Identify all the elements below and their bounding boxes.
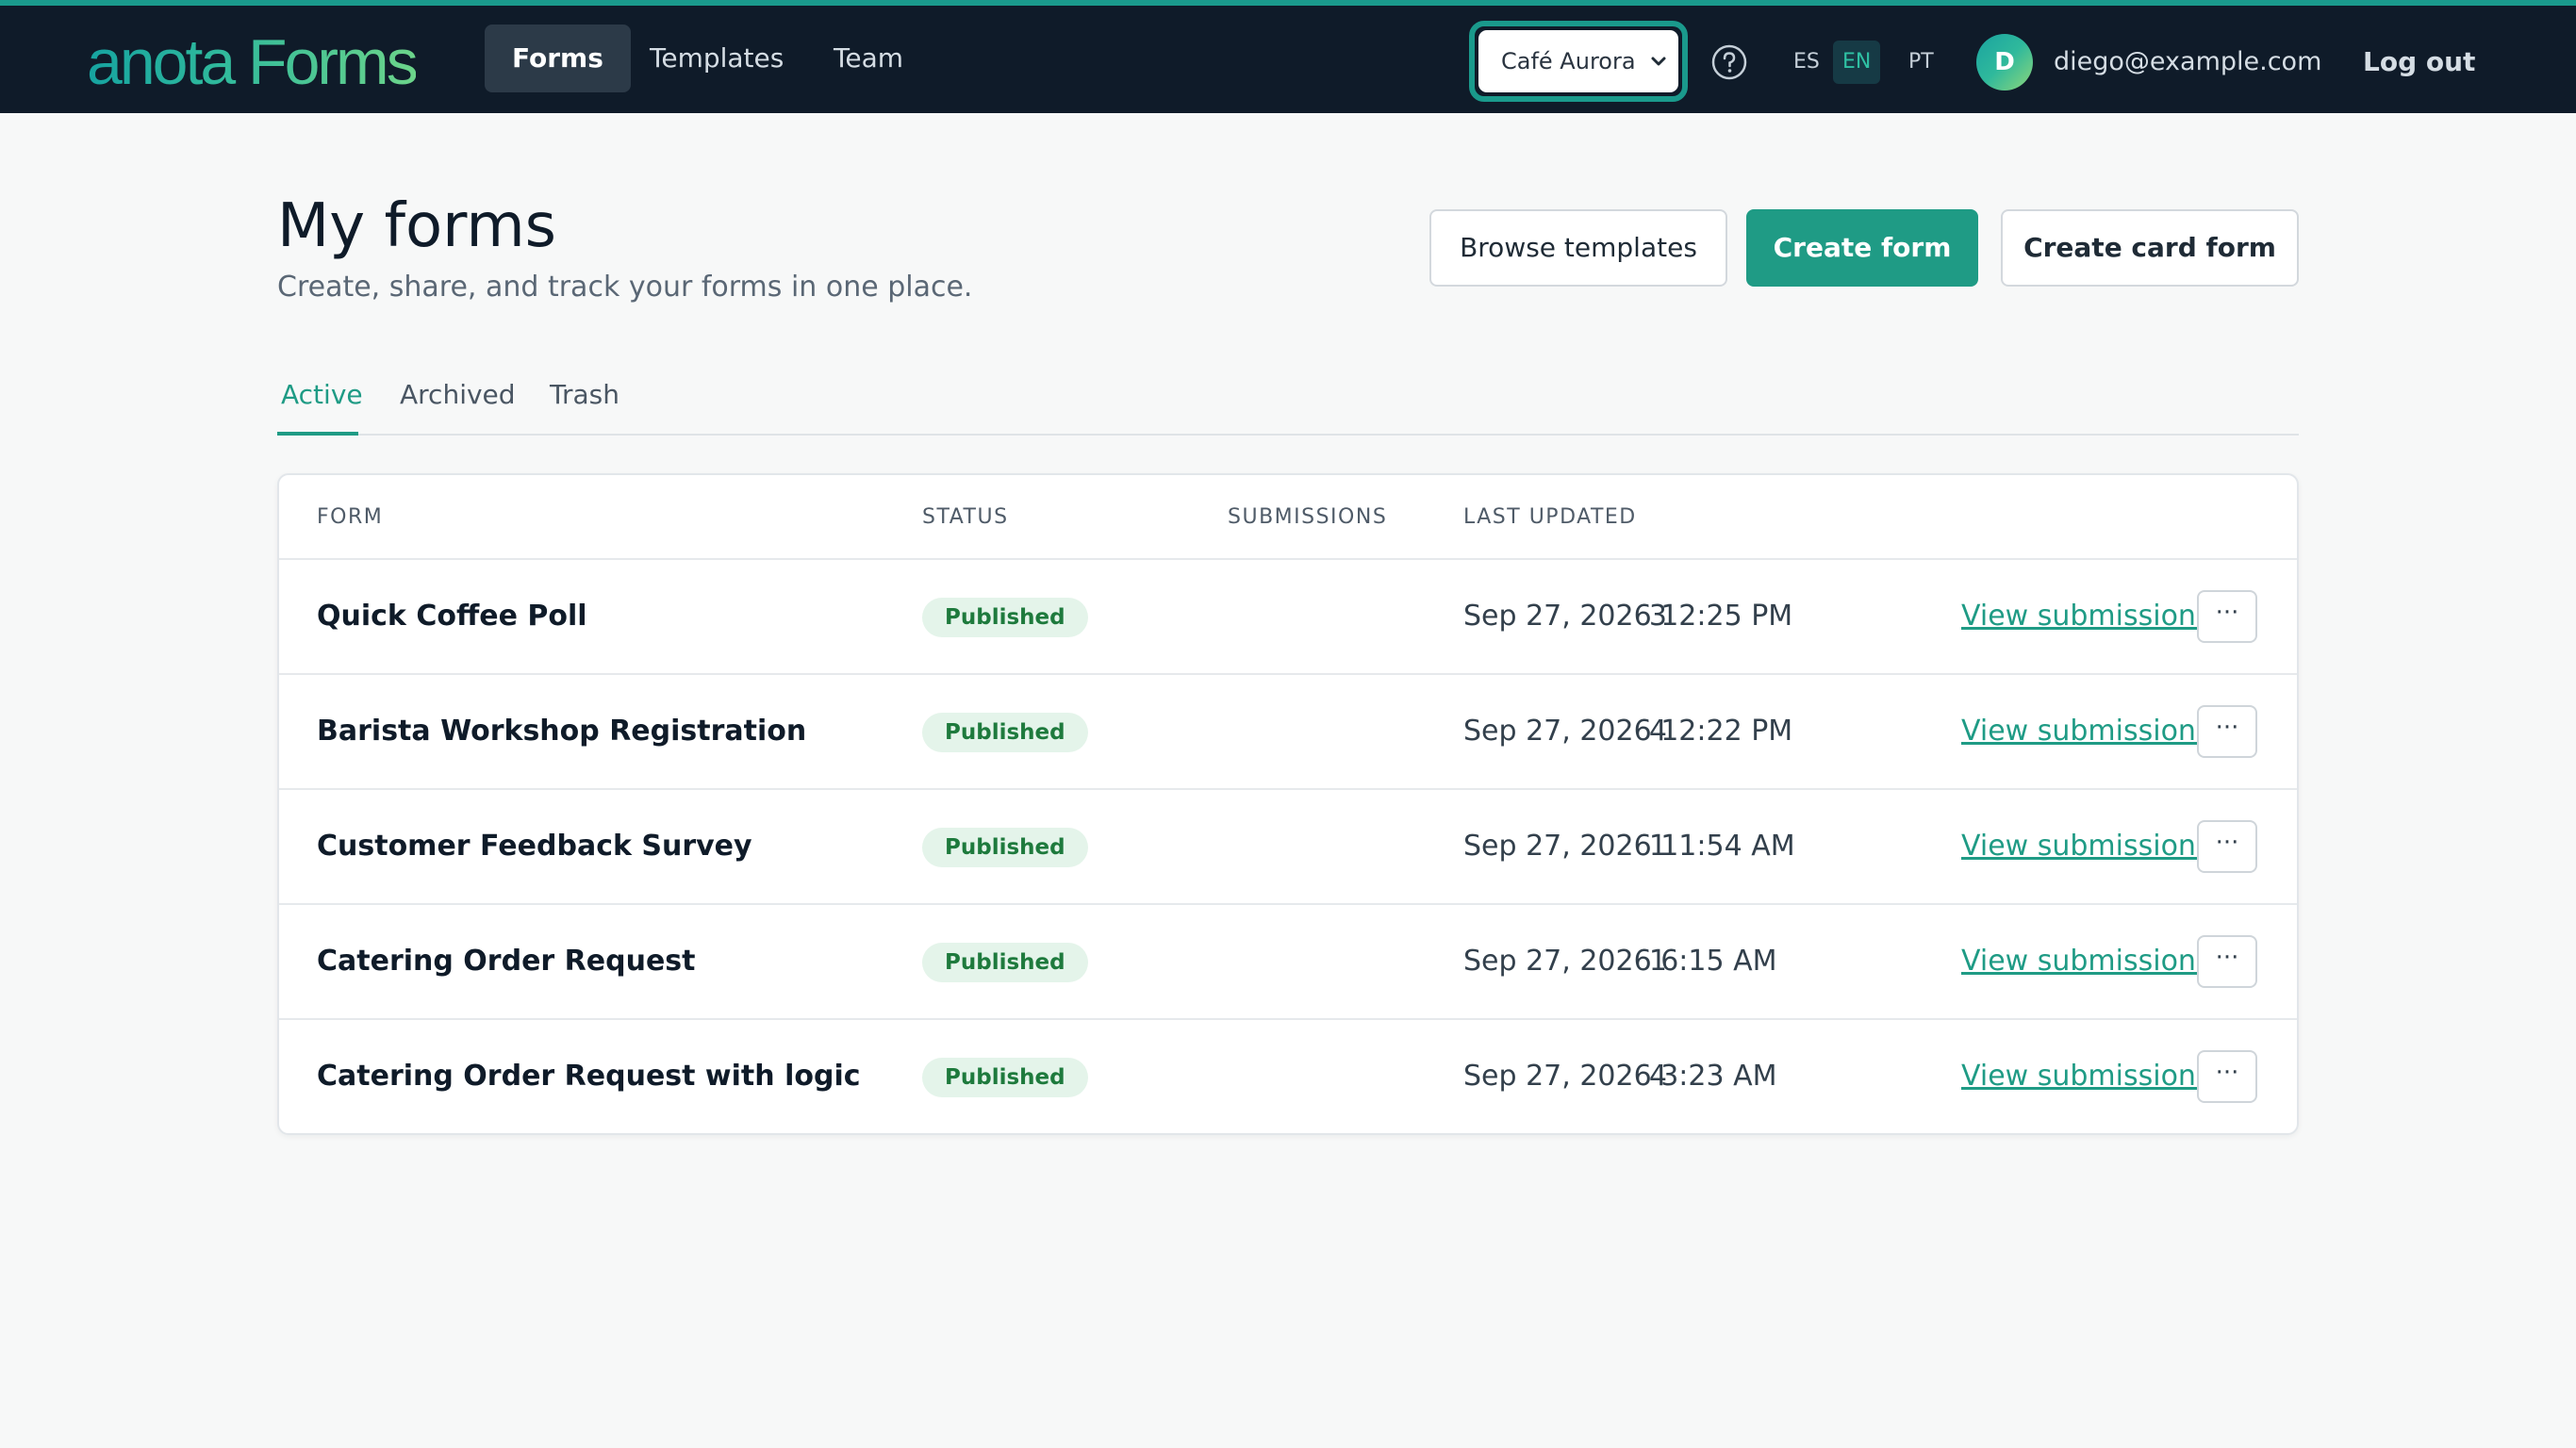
form-name[interactable]: Customer Feedback Survey xyxy=(317,826,752,867)
last-updated: Sep 27, 2026 3:23 AM xyxy=(1463,1060,1777,1093)
organization-select[interactable]: Café Aurora xyxy=(1478,30,1678,92)
status-badge: Published xyxy=(922,828,1088,867)
table-row: Quick Coffee Poll Published 3 Sep 27, 20… xyxy=(279,558,2297,673)
column-header-submissions: SUBMISSIONS xyxy=(1228,505,1388,529)
table-row: Customer Feedback Survey Published 1 Sep… xyxy=(279,788,2297,903)
page-subtitle: Create, share, and track your forms in o… xyxy=(277,271,973,304)
tab-trash[interactable]: Trash xyxy=(550,373,619,417)
organization-select-focus-ring: Café Aurora xyxy=(1469,21,1688,102)
last-updated: Sep 27, 2026 11:54 AM xyxy=(1463,830,1795,863)
user-avatar[interactable]: D xyxy=(1976,34,2033,90)
last-updated: Sep 27, 2026 6:15 AM xyxy=(1463,945,1777,978)
column-header-form: FORM xyxy=(317,505,384,529)
more-options-button[interactable]: ··· xyxy=(2197,935,2257,988)
language-pt[interactable]: PT xyxy=(1899,41,1943,84)
view-submissions-link[interactable]: View submissions xyxy=(1961,711,2211,752)
table-row: Barista Workshop Registration Published … xyxy=(279,673,2297,788)
more-options-button[interactable]: ··· xyxy=(2197,590,2257,643)
status-badge: Published xyxy=(922,943,1088,982)
last-updated: Sep 27, 2026 12:25 PM xyxy=(1463,600,1793,633)
view-submissions-link[interactable]: View submissions xyxy=(1961,941,2211,982)
form-name[interactable]: Quick Coffee Poll xyxy=(317,596,587,637)
chevron-down-icon xyxy=(1651,57,1666,66)
status-badge: Published xyxy=(922,598,1088,637)
tab-active[interactable]: Active xyxy=(281,373,363,417)
create-card-form-button[interactable]: Create card form xyxy=(2001,209,2299,287)
tabs-divider xyxy=(277,434,2299,436)
language-en[interactable]: EN xyxy=(1833,41,1881,84)
nav-forms[interactable]: Forms xyxy=(485,25,631,92)
app-logo[interactable]: anota Forms xyxy=(87,25,419,100)
status-badge: Published xyxy=(922,713,1088,752)
create-form-button[interactable]: Create form xyxy=(1746,209,1978,287)
page-title: My forms xyxy=(277,191,556,261)
top-navigation-bar: anota Forms Forms Templates Team Café Au… xyxy=(0,0,2576,113)
more-options-button[interactable]: ··· xyxy=(2197,705,2257,758)
language-es[interactable]: ES xyxy=(1784,41,1829,84)
nav-templates[interactable]: Templates xyxy=(622,25,811,92)
view-submissions-link[interactable]: View submissions xyxy=(1961,596,2211,637)
column-header-last-updated: LAST UPDATED xyxy=(1463,505,1637,529)
nav-team[interactable]: Team xyxy=(806,25,931,92)
status-badge: Published xyxy=(922,1058,1088,1097)
help-icon[interactable] xyxy=(1710,43,1748,81)
form-name[interactable]: Catering Order Request with logic xyxy=(317,1056,861,1097)
more-options-button[interactable]: ··· xyxy=(2197,1050,2257,1103)
table-row: Catering Order Request Published 1 Sep 2… xyxy=(279,903,2297,1018)
tab-archived[interactable]: Archived xyxy=(400,373,516,417)
form-name[interactable]: Barista Workshop Registration xyxy=(317,711,806,752)
organization-select-value: Café Aurora xyxy=(1501,48,1636,74)
form-name[interactable]: Catering Order Request xyxy=(317,941,695,982)
view-submissions-link[interactable]: View submissions xyxy=(1961,1056,2211,1097)
user-email: diego@example.com xyxy=(2054,47,2322,76)
active-tab-indicator xyxy=(277,432,358,436)
table-row: Catering Order Request with logic Publis… xyxy=(279,1018,2297,1133)
logout-button[interactable]: Log out xyxy=(2363,41,2475,83)
view-submissions-link[interactable]: View submissions xyxy=(1961,826,2211,867)
browse-templates-button[interactable]: Browse templates xyxy=(1429,209,1727,287)
column-header-status: STATUS xyxy=(922,505,1009,529)
more-options-button[interactable]: ··· xyxy=(2197,820,2257,873)
last-updated: Sep 27, 2026 12:22 PM xyxy=(1463,715,1793,748)
